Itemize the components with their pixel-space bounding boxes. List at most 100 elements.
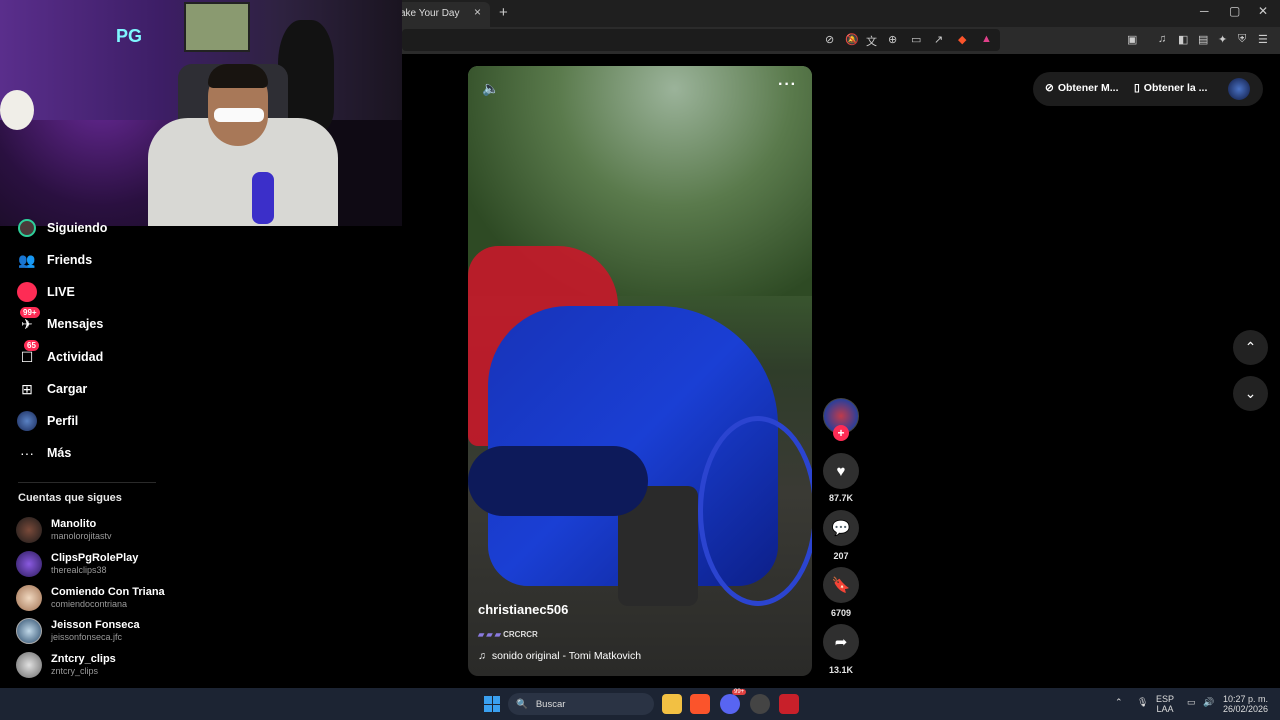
- language-indicator[interactable]: ESP LAA: [1156, 694, 1174, 714]
- upload-icon: ⊞: [21, 380, 33, 397]
- video-sound[interactable]: ♫ sonido original - Tomi Matkovich: [478, 650, 641, 662]
- account-name: Comiendo Con Triana: [51, 586, 165, 598]
- phone-icon: ▯: [1134, 82, 1140, 94]
- sidebar-item-messages[interactable]: ✈ 99+ Mensajes: [16, 307, 103, 336]
- media-icon[interactable]: ♫: [1158, 33, 1166, 45]
- avatar: [16, 618, 42, 644]
- sidebar-item-following[interactable]: Siguiendo: [16, 216, 107, 240]
- clock[interactable]: 10:27 p. m. 26/02/2026: [1222, 694, 1268, 714]
- windows-start-icon[interactable]: [484, 696, 500, 712]
- webcam-person-hair: [208, 64, 268, 88]
- more-options-icon[interactable]: ···: [778, 76, 797, 94]
- avatar: [16, 517, 42, 543]
- like-button[interactable]: ♥: [823, 453, 859, 489]
- avatar: [16, 585, 42, 611]
- sidebar-item-activity[interactable]: ☐ 65 Actividad: [16, 340, 104, 369]
- video-player[interactable]: 🔈 ··· christianec506 ▰ ▰ ▰ CRCRCR ♫ sonid…: [468, 66, 812, 676]
- app-icon[interactable]: [750, 694, 770, 714]
- messages-icon: ✈ 99+: [16, 307, 40, 335]
- sidebar-item-live[interactable]: LIVE: [16, 280, 75, 304]
- tray-chevron-icon[interactable]: ⌃: [1115, 697, 1123, 707]
- follow-button[interactable]: +: [833, 425, 849, 441]
- video-author[interactable]: christianec506: [478, 602, 568, 617]
- discord-badge: 99+: [732, 689, 747, 695]
- comment-icon: 💬: [831, 520, 851, 537]
- new-tab-button[interactable]: +: [499, 4, 508, 21]
- volume-tray-icon[interactable]: 🔊: [1203, 697, 1214, 707]
- sidebar-item-profile[interactable]: Perfil: [16, 409, 78, 433]
- sidebar-toggle-icon[interactable]: ◧: [1178, 33, 1188, 46]
- brave-shield-icon[interactable]: ◆: [958, 33, 966, 46]
- share-icon[interactable]: ↗: [934, 33, 943, 46]
- discord-icon[interactable]: 99+: [720, 689, 747, 714]
- share-arrow-icon: ➦: [834, 634, 848, 651]
- brave-browser-icon[interactable]: [690, 694, 710, 714]
- microphone-icon[interactable]: 🎙: [1137, 697, 1148, 707]
- bookmark-icon: 🔖: [831, 577, 851, 594]
- sidebar-item-friends[interactable]: 👥 Friends: [16, 248, 92, 272]
- save-count: 6709: [830, 608, 852, 618]
- save-button[interactable]: 🔖: [823, 567, 859, 603]
- mute-icon[interactable]: 🔕: [845, 33, 859, 46]
- user-avatar[interactable]: [1228, 78, 1250, 100]
- account-handle: therealclips38: [51, 565, 107, 575]
- comment-button[interactable]: 💬: [823, 510, 859, 546]
- get-coins-label: Obtener M...: [1057, 82, 1119, 94]
- get-app-button[interactable]: ▯ Obtener la ...: [1134, 82, 1207, 94]
- avatar: [16, 551, 42, 577]
- minimize-button[interactable]: ─: [1200, 4, 1209, 18]
- video-sound-label: sonido original - Tomi Matkovich: [491, 650, 642, 662]
- no-tracking-icon[interactable]: ⊘: [825, 33, 834, 46]
- brave-rewards-icon[interactable]: ▲: [981, 33, 992, 45]
- video-tags-text: CRCRCR: [503, 630, 538, 639]
- share-button[interactable]: ➦: [823, 624, 859, 660]
- get-coins-button[interactable]: ⊘ Obtener M...: [1045, 82, 1119, 94]
- volume-icon[interactable]: 🔈: [482, 80, 499, 97]
- next-video-button[interactable]: ⌄: [1233, 376, 1268, 411]
- file-explorer-icon[interactable]: [662, 694, 682, 714]
- sidebar-item-label: Actividad: [47, 350, 104, 364]
- tab-close-icon[interactable]: ×: [474, 5, 481, 19]
- close-window-button[interactable]: ✕: [1258, 4, 1268, 18]
- live-icon: [16, 281, 38, 303]
- webcam-overlay: PG: [0, 0, 402, 226]
- clock-time: 10:27 p. m.: [1222, 694, 1268, 704]
- chevron-down-icon: ⌄: [1244, 385, 1257, 401]
- tab-search-icon[interactable]: ▣: [1127, 33, 1137, 46]
- leo-ai-icon[interactable]: ✦: [1218, 33, 1227, 46]
- video-seat: [468, 446, 648, 516]
- account-name: Manolito: [51, 518, 97, 530]
- following-accounts-title: Cuentas que sigues: [18, 492, 122, 504]
- maximize-button[interactable]: ▢: [1229, 4, 1240, 18]
- cast-icon[interactable]: ▭: [911, 33, 921, 46]
- followed-account[interactable]: Zntcry_clips zntcry_clips: [16, 649, 116, 681]
- share-count: 13.1K: [828, 665, 854, 675]
- previous-video-button[interactable]: ⌃: [1233, 330, 1268, 365]
- webcam-microphone: [252, 172, 274, 224]
- video-wheel: [698, 416, 812, 606]
- avatar: [16, 652, 42, 678]
- activity-icon: ☐ 65: [16, 340, 39, 368]
- followed-account[interactable]: ClipsPgRolePlay therealclips38: [16, 548, 138, 580]
- zoom-icon[interactable]: ⊕: [888, 33, 897, 46]
- activity-badge: 65: [24, 340, 39, 351]
- menu-icon[interactable]: ☰: [1258, 33, 1268, 46]
- comment-count: 207: [833, 551, 849, 561]
- followed-account[interactable]: Manolito manolorojitastv: [16, 514, 112, 546]
- wallet-icon[interactable]: ▤: [1198, 33, 1208, 46]
- voicemeeter-icon[interactable]: [779, 694, 799, 714]
- followed-account[interactable]: Comiendo Con Triana comiendocontriana: [16, 582, 165, 614]
- friends-icon: 👥: [18, 251, 36, 268]
- taskbar-search[interactable]: 🔍 Buscar: [508, 693, 654, 715]
- neon-logo: PG: [116, 26, 143, 46]
- get-app-label: Obtener la ...: [1143, 82, 1208, 94]
- translate-icon[interactable]: 文: [866, 33, 877, 49]
- followed-account[interactable]: Jeisson Fonseca jeissonfonseca.jfc: [16, 615, 140, 647]
- vpn-icon[interactable]: ⛨: [1238, 33, 1246, 46]
- network-icon[interactable]: ▭: [1187, 697, 1196, 707]
- coin-icon: ⊘: [1045, 82, 1054, 94]
- webcam-glasses: [214, 108, 264, 122]
- account-handle: jeissonfonseca.jfc: [51, 632, 123, 642]
- sidebar-item-more[interactable]: ··· Más: [16, 441, 71, 465]
- sidebar-item-upload[interactable]: ⊞ Cargar: [16, 377, 87, 401]
